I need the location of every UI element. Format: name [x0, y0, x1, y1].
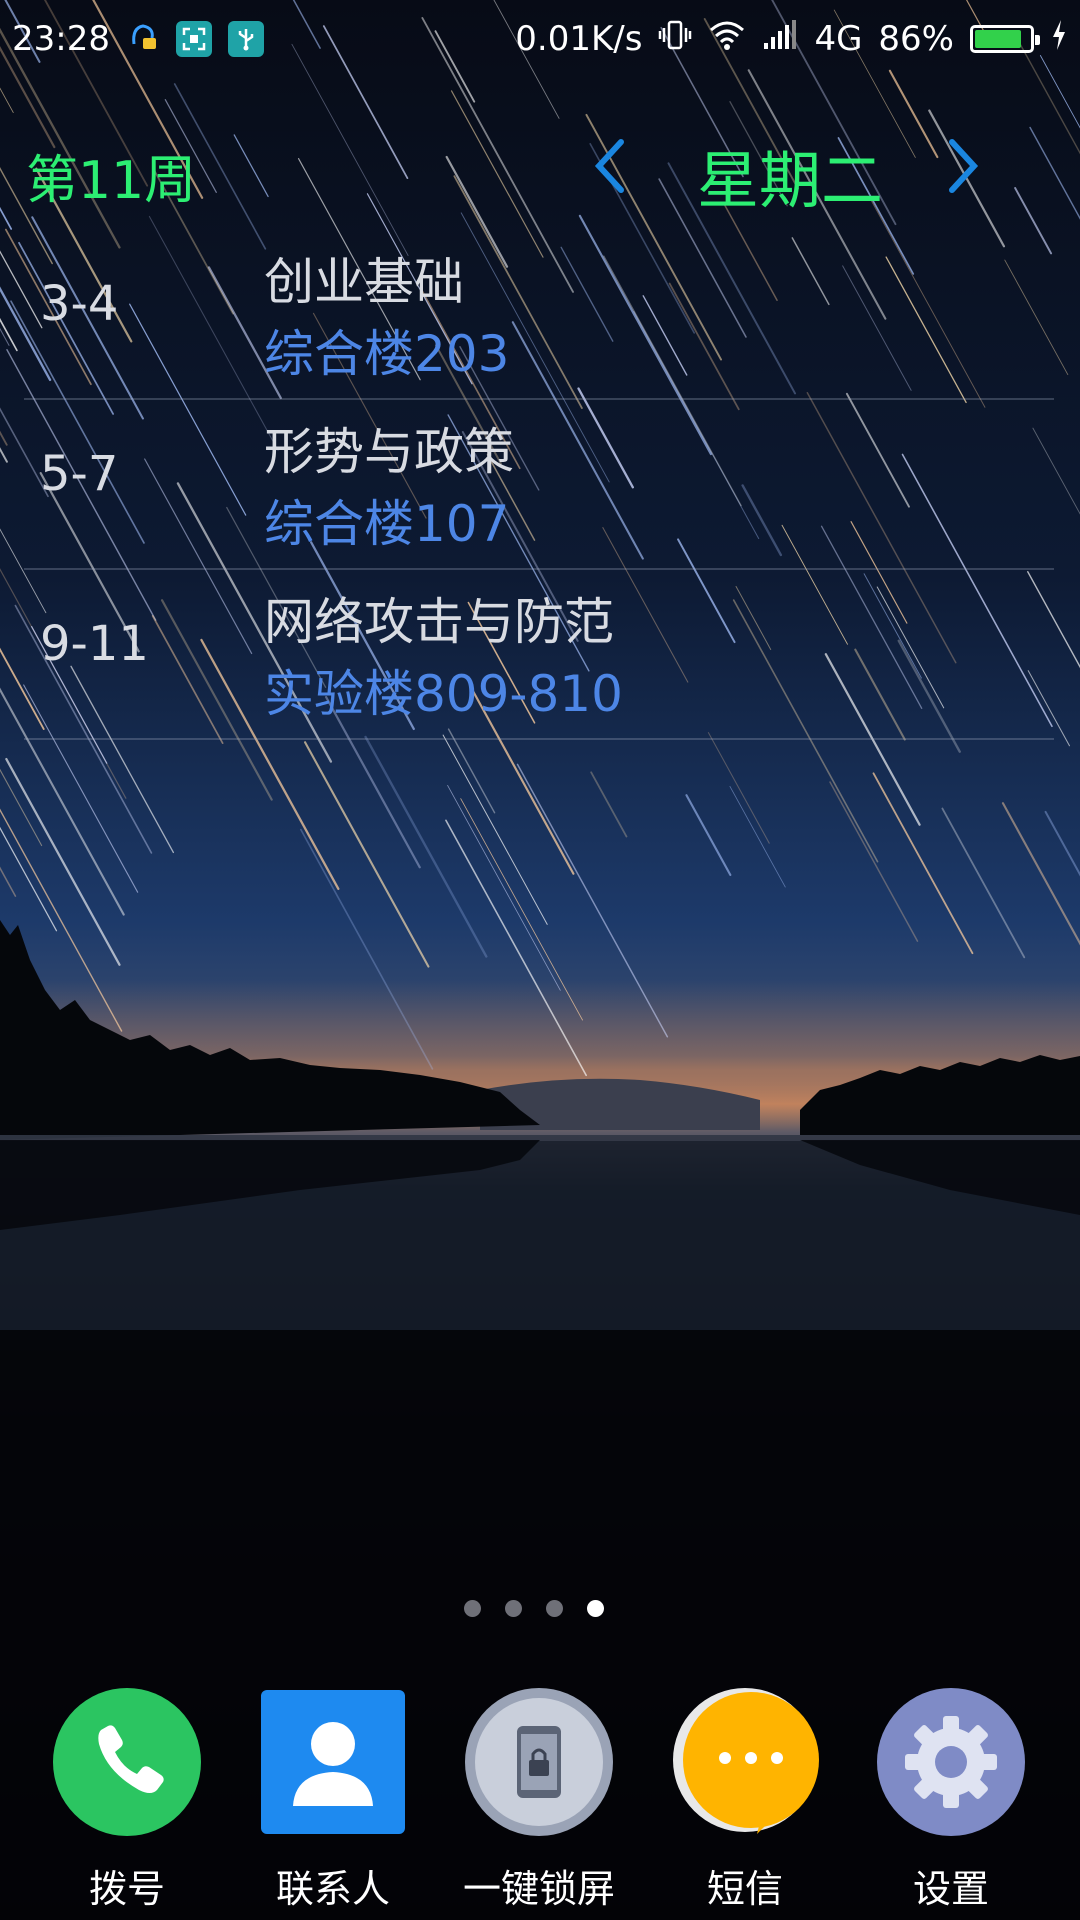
week-label: 第11周: [26, 151, 197, 211]
signal-icon: [762, 19, 798, 60]
screenshot-icon: [175, 21, 212, 57]
app-messages[interactable]: 短信: [645, 1688, 845, 1913]
status-bar: 23:28 0.01K/s 4G 86%: [0, 0, 1080, 78]
page-dot-active[interactable]: [587, 1600, 604, 1617]
schedule-widget-header: 第11周 星期二: [0, 130, 1080, 217]
vibrate-icon: [658, 18, 692, 61]
wifi-icon: [708, 18, 746, 61]
page-dot[interactable]: [505, 1600, 522, 1617]
class-row[interactable]: 3-4 创业基础 综合楼203: [24, 230, 1054, 400]
lock-screen-icon[interactable]: [465, 1688, 613, 1836]
course-room: 实验楼809-810: [264, 665, 623, 723]
chevron-right-icon: [949, 139, 979, 193]
class-row[interactable]: 5-7 形势与政策 综合楼107: [24, 400, 1054, 570]
battery-percent: 86%: [878, 19, 954, 59]
class-row[interactable]: 9-11 网络攻击与防范 实验楼809-810: [24, 570, 1054, 740]
network-type: 4G: [814, 19, 863, 59]
course-room: 综合楼107: [264, 495, 510, 553]
day-label: 星期二: [696, 144, 883, 217]
charging-icon: [1050, 18, 1068, 61]
contacts-icon[interactable]: [259, 1688, 407, 1836]
message-icon[interactable]: [671, 1688, 819, 1836]
page-dot[interactable]: [546, 1600, 563, 1617]
course-name: 形势与政策: [264, 423, 514, 481]
app-label: 一键锁屏: [462, 1867, 615, 1911]
usb-icon: [227, 21, 264, 57]
course-name: 网络攻击与防范: [264, 593, 614, 651]
app-phone[interactable]: 拨号: [27, 1688, 227, 1913]
course-room: 综合楼203: [264, 325, 510, 383]
clock: 23:28: [12, 19, 110, 59]
app-contacts[interactable]: 联系人: [233, 1688, 433, 1913]
app-settings[interactable]: 设置: [851, 1688, 1051, 1913]
chevron-left-icon: [594, 139, 624, 193]
class-period: 9-11: [40, 616, 149, 672]
course-name: 创业基础: [264, 253, 464, 311]
assistant-icon: [126, 18, 160, 61]
class-period: 3-4: [40, 276, 119, 332]
settings-icon[interactable]: [877, 1688, 1025, 1836]
app-lock-screen[interactable]: 一键锁屏: [439, 1688, 639, 1913]
app-label: 拨号: [88, 1867, 165, 1911]
page-dot[interactable]: [464, 1600, 481, 1617]
battery-icon: [970, 25, 1040, 53]
status-right: 0.01K/s 4G 86%: [515, 18, 1068, 61]
app-label: 联系人: [275, 1867, 390, 1911]
prev-day-button[interactable]: [585, 138, 633, 194]
class-period: 5-7: [40, 446, 119, 502]
net-speed: 0.01K/s: [515, 19, 643, 59]
phone-icon[interactable]: [53, 1688, 201, 1836]
page-indicator: [464, 1600, 604, 1617]
status-left: 23:28: [12, 18, 264, 61]
class-list: 3-4 创业基础 综合楼203 5-7 形势与政策 综合楼107 9-11 网络…: [24, 230, 1054, 740]
app-label: 设置: [912, 1867, 989, 1911]
app-dock: 拨号 联系人 一键锁屏 短信 设置: [0, 1688, 1080, 1920]
app-label: 短信: [706, 1867, 783, 1911]
next-day-button[interactable]: [940, 138, 988, 194]
